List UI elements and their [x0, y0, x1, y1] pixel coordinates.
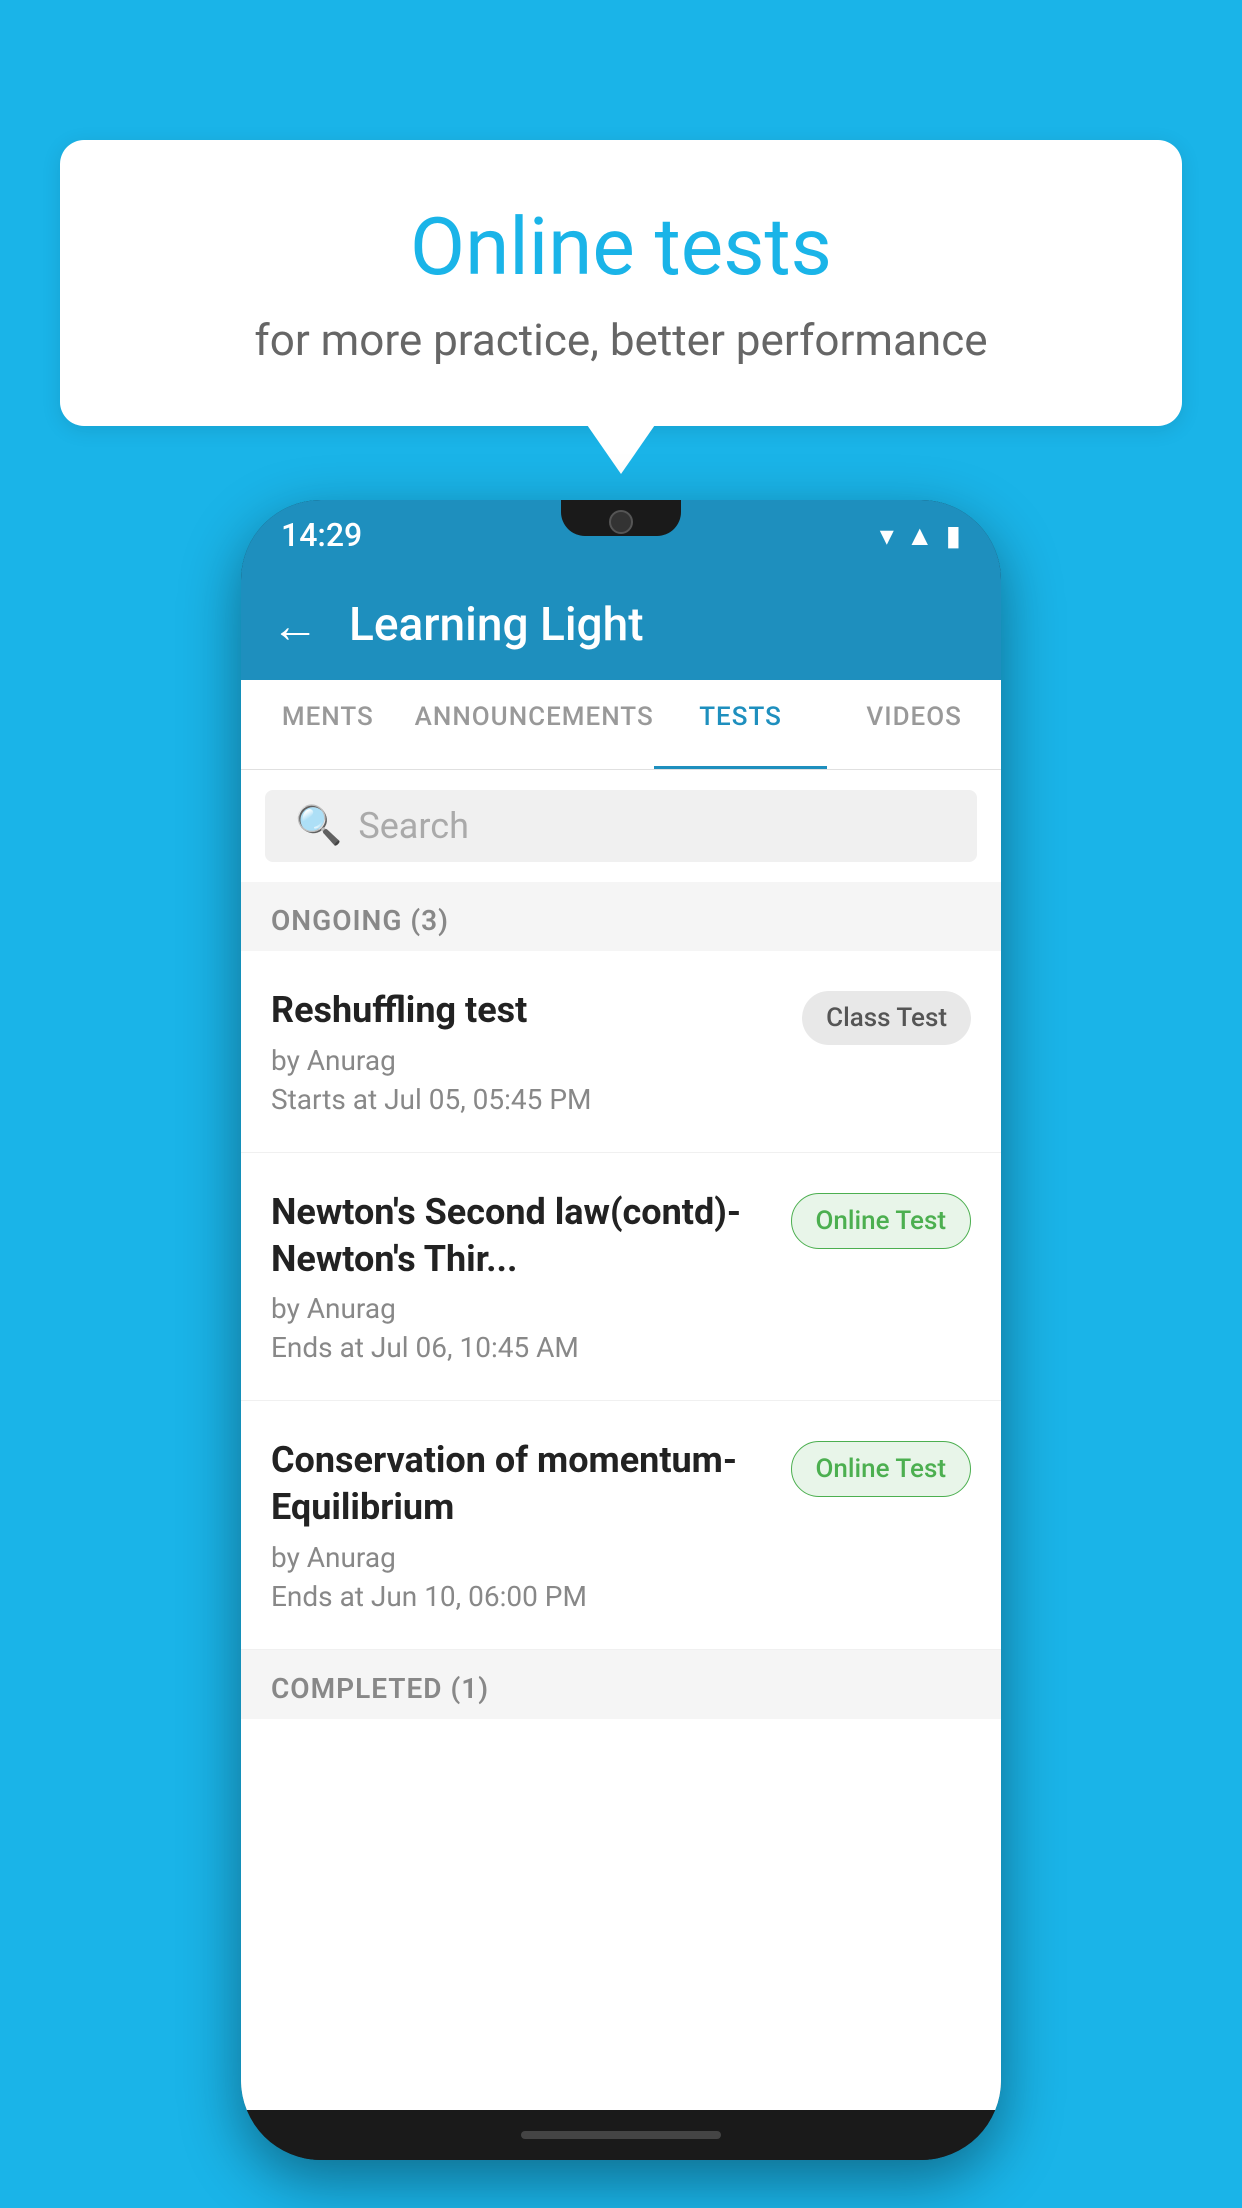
- search-placeholder: Search: [358, 805, 469, 847]
- test-item-reshuffling[interactable]: Reshuffling test by Anurag Starts at Jul…: [241, 951, 1001, 1153]
- test-item-conservation[interactable]: Conservation of momentum-Equilibrium by …: [241, 1401, 1001, 1650]
- test-name-conservation: Conservation of momentum-Equilibrium: [271, 1437, 771, 1531]
- search-bar[interactable]: 🔍 Search: [265, 790, 977, 862]
- tests-list: Reshuffling test by Anurag Starts at Jul…: [241, 951, 1001, 2110]
- test-author-conservation: by Anurag: [271, 1541, 771, 1574]
- test-date-reshuffling: Starts at Jul 05, 05:45 PM: [271, 1083, 782, 1116]
- test-name-reshuffling: Reshuffling test: [271, 987, 782, 1034]
- test-date-conservation: Ends at Jun 10, 06:00 PM: [271, 1580, 771, 1613]
- app-bar: ← Learning Light: [241, 570, 1001, 680]
- test-info-newton: Newton's Second law(contd)-Newton's Thir…: [271, 1189, 771, 1365]
- test-name-newton: Newton's Second law(contd)-Newton's Thir…: [271, 1189, 771, 1283]
- test-badge-newton: Online Test: [791, 1193, 972, 1249]
- test-author-newton: by Anurag: [271, 1292, 771, 1325]
- search-bar-container: 🔍 Search: [241, 770, 1001, 882]
- test-author-reshuffling: by Anurag: [271, 1044, 782, 1077]
- signal-icon: ▲: [906, 519, 934, 552]
- wifi-icon: ▾: [880, 519, 894, 552]
- test-badge-conservation: Online Test: [791, 1441, 972, 1497]
- battery-icon: ▮: [946, 519, 961, 552]
- test-date-newton: Ends at Jul 06, 10:45 AM: [271, 1331, 771, 1364]
- test-badge-reshuffling: Class Test: [802, 991, 971, 1045]
- phone-frame: 14:29 ▾ ▲ ▮ ← Learning Light MENTS ANNOU…: [241, 500, 1001, 2160]
- search-icon: 🔍: [295, 804, 342, 848]
- test-info-conservation: Conservation of momentum-Equilibrium by …: [271, 1437, 771, 1613]
- back-button[interactable]: ←: [271, 597, 319, 654]
- tab-tests[interactable]: TESTS: [654, 680, 828, 769]
- content-area: 🔍 Search ONGOING (3) Reshuffling test by…: [241, 770, 1001, 2110]
- phone-bottom: [241, 2110, 1001, 2160]
- bubble-title: Online tests: [140, 200, 1102, 294]
- tab-bar: MENTS ANNOUNCEMENTS TESTS VIDEOS: [241, 680, 1001, 770]
- status-time: 14:29: [281, 516, 362, 554]
- test-item-newton[interactable]: Newton's Second law(contd)-Newton's Thir…: [241, 1153, 1001, 1402]
- test-info-reshuffling: Reshuffling test by Anurag Starts at Jul…: [271, 987, 782, 1116]
- completed-section-header: COMPLETED (1): [241, 1650, 1001, 1719]
- phone-notch: [561, 500, 681, 536]
- app-title: Learning Light: [349, 598, 644, 652]
- bubble-subtitle: for more practice, better performance: [140, 314, 1102, 366]
- home-indicator[interactable]: [521, 2131, 721, 2139]
- tab-assignments[interactable]: MENTS: [241, 680, 415, 769]
- status-icons: ▾ ▲ ▮: [880, 519, 961, 552]
- ongoing-section-header: ONGOING (3): [241, 882, 1001, 951]
- tab-videos[interactable]: VIDEOS: [827, 680, 1001, 769]
- front-camera: [609, 510, 633, 534]
- speech-bubble: Online tests for more practice, better p…: [60, 140, 1182, 426]
- speech-bubble-container: Online tests for more practice, better p…: [60, 140, 1182, 426]
- tab-announcements[interactable]: ANNOUNCEMENTS: [415, 680, 654, 769]
